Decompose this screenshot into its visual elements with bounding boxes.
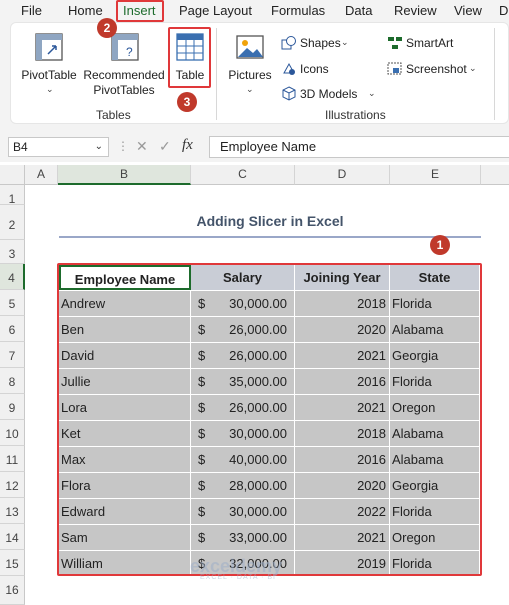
watermark-tagline: EXCEL · DATA · BI xyxy=(200,574,276,581)
row-header-12[interactable]: 12 xyxy=(0,472,25,498)
recommended-label-line2: PivotTables xyxy=(93,83,155,97)
menu-developer[interactable]: D xyxy=(499,3,508,18)
3d-models-icon xyxy=(282,86,296,101)
formula-controls: ✕ ✓ fx xyxy=(128,137,203,157)
row-header-2[interactable]: 2 xyxy=(0,205,25,240)
pivottable-button[interactable]: PivotTable ⌄ xyxy=(18,28,80,100)
table-highlight-box xyxy=(168,27,211,88)
row-header-6[interactable]: 6 xyxy=(0,316,25,342)
pictures-icon xyxy=(236,35,264,59)
cancel-x-icon[interactable]: ✕ xyxy=(136,138,148,155)
step-1-badge: 1 xyxy=(430,235,450,255)
shapes-icon xyxy=(281,36,296,50)
screenshot-button[interactable]: Screenshot ⌄ xyxy=(387,61,482,79)
pictures-button[interactable]: Pictures ⌄ xyxy=(226,28,274,100)
recommended-label-line1: Recommended xyxy=(83,68,165,82)
column-header-e[interactable]: E xyxy=(390,165,481,185)
smartart-button[interactable]: SmartArt xyxy=(387,35,467,53)
recommended-pivottables-button[interactable]: ? Recommended PivotTables xyxy=(82,28,166,100)
row-header-9[interactable]: 9 xyxy=(0,394,25,420)
screenshot-icon xyxy=(387,62,402,75)
row-header-1[interactable]: 1 xyxy=(0,185,25,206)
row-header-14[interactable]: 14 xyxy=(0,524,25,550)
formula-input[interactable]: Employee Name xyxy=(209,136,509,158)
3d-models-chevron-down-icon: ⌄ xyxy=(368,88,376,98)
tables-group-label: Tables xyxy=(96,108,131,122)
icons-button[interactable]: Icons xyxy=(281,61,341,79)
data-range-highlight-box xyxy=(57,263,482,576)
row-header-8[interactable]: 8 xyxy=(0,368,25,394)
name-box-value: B4 xyxy=(13,140,28,154)
menu-home[interactable]: Home xyxy=(68,3,103,18)
row-header-4[interactable]: 4 xyxy=(0,264,25,290)
icons-icon xyxy=(283,62,295,75)
watermark-brand: exceldemy xyxy=(190,556,283,576)
menu-review[interactable]: Review xyxy=(394,3,437,18)
shapes-chevron-down-icon: ⌄ xyxy=(341,37,349,47)
3d-models-button[interactable]: 3D Models ⌄ xyxy=(281,86,381,104)
step-2-badge: 2 xyxy=(97,18,117,38)
row-header-16[interactable]: 16 xyxy=(0,576,25,605)
column-header-f[interactable] xyxy=(481,165,509,185)
step-3-badge: 3 xyxy=(177,92,197,112)
insert-function-icon[interactable]: fx xyxy=(182,137,193,154)
sheet-title: Adding Slicer in Excel xyxy=(196,213,344,229)
pivottable-chevron-down-icon: ⌄ xyxy=(46,84,54,94)
recommended-pivottables-icon: ? xyxy=(111,33,139,61)
menu-formulas[interactable]: Formulas xyxy=(271,3,325,18)
icons-label: Icons xyxy=(300,62,329,76)
menu-data[interactable]: Data xyxy=(345,3,372,18)
svg-text:?: ? xyxy=(126,45,133,59)
name-box[interactable]: B4 ⌄ xyxy=(8,137,109,157)
column-header-a[interactable]: A xyxy=(25,165,58,185)
row-header-11[interactable]: 11 xyxy=(0,446,25,472)
pictures-chevron-down-icon: ⌄ xyxy=(246,84,254,94)
row-header-3[interactable]: 3 xyxy=(0,240,25,264)
enter-check-icon[interactable]: ✓ xyxy=(159,138,171,155)
pivottable-label: PivotTable xyxy=(21,68,77,82)
screenshot-label: Screenshot xyxy=(406,62,467,76)
3d-models-label: 3D Models xyxy=(300,87,358,101)
insert-highlight-box xyxy=(116,0,164,22)
name-box-chevron-down-icon[interactable]: ⌄ xyxy=(95,138,103,156)
row-header-5[interactable]: 5 xyxy=(0,290,25,316)
pictures-label: Pictures xyxy=(228,68,272,82)
row-header-15[interactable]: 15 xyxy=(0,550,25,576)
smartart-label: SmartArt xyxy=(406,36,454,50)
column-header-d[interactable]: D xyxy=(295,165,390,185)
select-all-corner[interactable] xyxy=(0,165,25,185)
group-separator xyxy=(216,28,217,120)
row-header-7[interactable]: 7 xyxy=(0,342,25,368)
exceldemy-watermark: exceldemy EXCEL · DATA · BI xyxy=(190,556,282,581)
column-header-b[interactable]: B xyxy=(58,165,191,185)
smartart-icon xyxy=(388,37,402,49)
row-header-13[interactable]: 13 xyxy=(0,498,25,524)
menu-view[interactable]: View xyxy=(454,3,482,18)
row-header-10[interactable]: 10 xyxy=(0,420,25,446)
title-underline xyxy=(59,236,481,238)
shapes-label: Shapes xyxy=(300,36,341,50)
illustrations-group-label: Illustrations xyxy=(325,108,386,122)
column-header-c[interactable]: C xyxy=(191,165,295,185)
group-separator-right xyxy=(494,28,495,120)
menu-file[interactable]: File xyxy=(21,3,42,18)
menu-page-layout[interactable]: Page Layout xyxy=(179,3,252,18)
pivottable-icon xyxy=(35,33,63,61)
shapes-button[interactable]: Shapes ⌄ xyxy=(281,35,351,53)
screenshot-chevron-down-icon: ⌄ xyxy=(469,63,477,73)
